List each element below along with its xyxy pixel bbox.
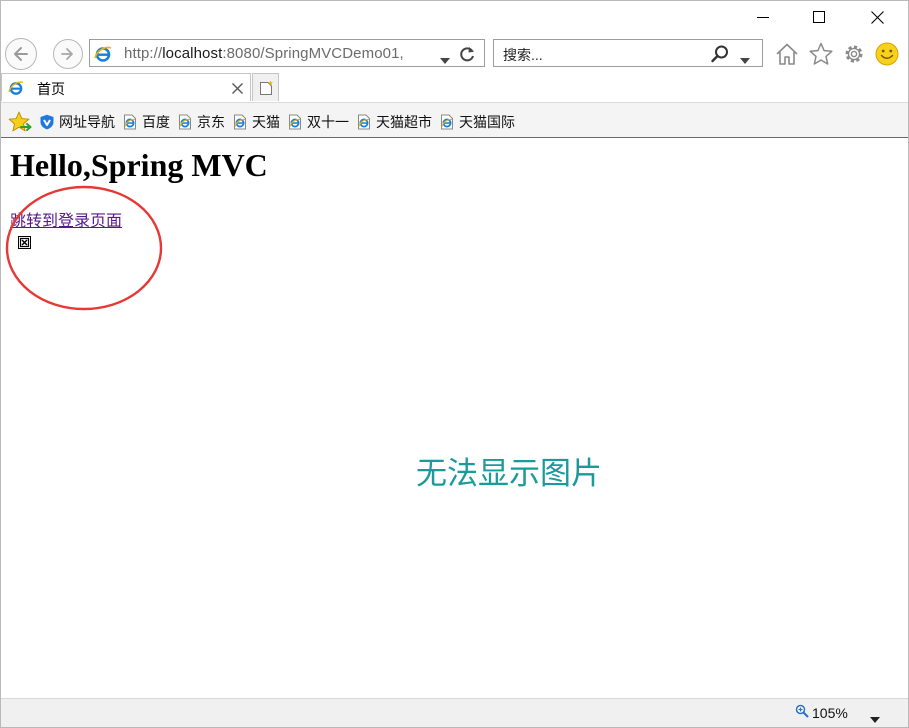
browser-window: http://localhost:8080/SpringMVCDemo01, 搜… xyxy=(0,0,909,728)
ie-page-icon xyxy=(439,114,455,130)
favorite-item[interactable]: 天猫 xyxy=(232,112,280,132)
ie-logo-icon xyxy=(8,80,24,101)
favorite-label: 天猫 xyxy=(252,114,280,130)
tab-home[interactable]: 首页 xyxy=(1,73,251,101)
forward-button[interactable] xyxy=(53,39,83,69)
favorite-item[interactable]: 网址导航 xyxy=(39,112,115,132)
shield-icon xyxy=(39,114,55,130)
maximize-button[interactable] xyxy=(796,1,842,33)
search-placeholder: 搜索... xyxy=(503,47,543,63)
tab-close-icon[interactable] xyxy=(232,81,243,99)
smiley-icon[interactable] xyxy=(872,39,902,69)
favorites-bar: 网址导航 百度 京东 天猫 双十一 天猫超市 天猫国际 xyxy=(1,102,908,138)
tab-bar: 首页 xyxy=(1,73,908,102)
back-arrow-icon xyxy=(14,47,28,61)
close-button[interactable] xyxy=(854,1,900,33)
title-bar xyxy=(1,1,908,35)
ie-page-icon xyxy=(122,114,138,130)
zoom-dropdown-icon[interactable] xyxy=(870,710,880,727)
zoom-level: 105% xyxy=(812,704,848,721)
new-tab-button[interactable] xyxy=(252,73,279,101)
ie-page-icon xyxy=(177,114,193,130)
favorite-label: 京东 xyxy=(197,114,225,130)
star-icon[interactable] xyxy=(806,39,836,69)
no-image-text: 无法显示图片 xyxy=(416,456,602,492)
home-icon[interactable] xyxy=(772,39,802,69)
tab-label: 首页 xyxy=(37,81,65,97)
maximize-icon xyxy=(813,11,825,23)
zoom-control[interactable]: 105% xyxy=(795,704,848,721)
new-tab-icon xyxy=(259,80,273,95)
favorite-label: 天猫国际 xyxy=(459,114,515,130)
navigation-bar: http://localhost:8080/SpringMVCDemo01, 搜… xyxy=(1,35,908,73)
url-text: http://localhost:8080/SpringMVCDemo01, xyxy=(124,45,404,62)
address-bar[interactable]: http://localhost:8080/SpringMVCDemo01, xyxy=(89,39,485,67)
address-dropdown-icon[interactable] xyxy=(440,51,450,69)
favorite-item[interactable]: 百度 xyxy=(122,112,170,132)
forward-arrow-icon xyxy=(61,48,73,60)
ie-page-icon xyxy=(356,114,372,130)
favorite-item[interactable]: 天猫超市 xyxy=(356,112,432,132)
favorite-item[interactable]: 双十一 xyxy=(287,112,349,132)
back-button[interactable] xyxy=(5,38,37,70)
gear-icon[interactable] xyxy=(839,39,869,69)
status-bar: 105% xyxy=(1,698,908,727)
favorite-label: 天猫超市 xyxy=(376,114,432,130)
minimize-icon xyxy=(757,17,769,18)
favorites-add-icon[interactable] xyxy=(8,111,32,138)
minimize-button[interactable] xyxy=(740,1,786,33)
favorite-label: 双十一 xyxy=(307,114,349,130)
favorite-item[interactable]: 京东 xyxy=(177,112,225,132)
ie-page-icon xyxy=(287,114,303,130)
favorite-label: 网址导航 xyxy=(59,114,115,130)
annotation-circle xyxy=(5,185,163,311)
zoom-icon xyxy=(795,704,809,721)
favorites-list: 网址导航 百度 京东 天猫 双十一 天猫超市 天猫国际 xyxy=(39,112,522,132)
search-dropdown-icon[interactable] xyxy=(740,51,750,69)
refresh-icon[interactable] xyxy=(458,45,476,68)
page-content: Hello,Spring MVC 跳转到登录页面 无法显示图片 xyxy=(1,138,908,698)
favorite-item[interactable]: 天猫国际 xyxy=(439,112,515,132)
search-icon[interactable] xyxy=(710,44,730,69)
favorite-label: 百度 xyxy=(142,114,170,130)
close-icon xyxy=(870,10,884,24)
search-box[interactable]: 搜索... xyxy=(493,39,763,67)
page-heading: Hello,Spring MVC xyxy=(10,147,268,183)
ie-logo-icon xyxy=(94,45,112,68)
ie-page-icon xyxy=(232,114,248,130)
